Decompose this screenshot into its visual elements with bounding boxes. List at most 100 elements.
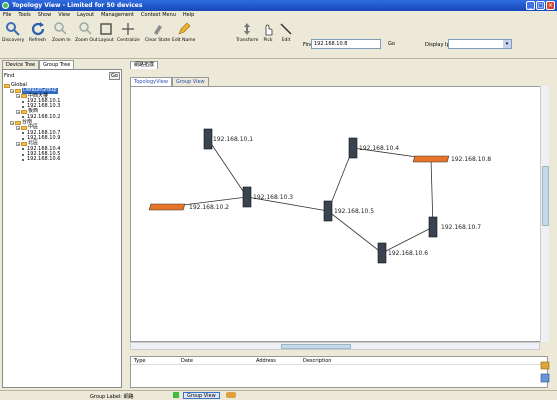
tree-device-item[interactable]: 192.168.10.6 — [4, 156, 61, 163]
clear-state-icon — [153, 25, 162, 35]
discovery-button[interactable]: Discovery — [2, 21, 24, 43]
log-col-type: Type — [134, 358, 146, 364]
server-icon — [323, 200, 333, 222]
edit-button[interactable]: Edit — [278, 21, 294, 43]
status-group-view-tab[interactable]: Group View — [183, 392, 220, 399]
expand-toggle-icon[interactable]: − — [10, 120, 14, 125]
pick-button[interactable]: Pick — [260, 21, 276, 43]
transform-icon — [244, 23, 251, 35]
switch-icon — [412, 155, 450, 163]
device-node[interactable]: 192.168.10.7 — [428, 216, 481, 238]
tab-topology-document[interactable]: 網路拓撲 — [130, 61, 159, 69]
menu-view[interactable]: View — [58, 12, 70, 18]
device-node[interactable]: 192.168.10.2 — [148, 203, 229, 211]
folder-icon — [15, 88, 21, 93]
pencil-icon — [178, 22, 191, 35]
device-label: 192.168.10.5 — [334, 208, 374, 215]
device-bullet-icon — [22, 158, 24, 161]
zoom-out-icon — [79, 22, 92, 35]
find-input[interactable] — [311, 39, 381, 49]
expand-toggle-icon[interactable]: − — [10, 88, 14, 93]
layout-button[interactable]: Layout — [98, 21, 114, 43]
window-titlebar: Topology View - Limited for 50 devices _… — [0, 0, 557, 11]
window-controls: _ □ × — [526, 1, 555, 10]
clear-state-button[interactable]: Clear State — [145, 21, 170, 43]
tab-topology-view[interactable]: TopologyView — [130, 77, 172, 86]
server-icon — [348, 137, 358, 159]
tree-find-label: Find — [4, 73, 15, 79]
tab-device-tree[interactable]: Device Tree — [2, 60, 40, 69]
group-tree-panel: Find Go Global − DefaultGroup − 中西大樓 192.168.… — [2, 69, 122, 388]
tab-group-tree[interactable]: Group Tree — [39, 60, 75, 69]
transform-button[interactable]: Transform — [236, 21, 258, 43]
tree-item-label: 192.168.10.6 — [27, 156, 61, 163]
tab-group-view[interactable]: Group View — [171, 77, 209, 86]
device-label: 192.168.10.4 — [359, 145, 399, 152]
go-button[interactable]: Go — [388, 41, 395, 47]
zoom-in-icon — [54, 22, 67, 35]
display-select[interactable]: ▾ — [448, 39, 512, 49]
expand-toggle-icon[interactable]: − — [16, 94, 20, 99]
menu-file[interactable]: File — [3, 12, 11, 18]
hand-icon — [265, 24, 273, 36]
link-line[interactable] — [327, 210, 383, 254]
server-icon — [242, 186, 252, 208]
horizontal-scroll-thumb[interactable] — [281, 344, 351, 349]
expand-toggle-icon[interactable]: − — [16, 110, 20, 115]
vertical-scrollbar[interactable] — [540, 86, 549, 342]
switch-icon — [148, 203, 186, 211]
window-title: Topology View - Limited for 50 devices — [12, 2, 143, 9]
menu-show[interactable]: Show — [38, 12, 52, 18]
device-bullet-icon — [22, 100, 24, 103]
device-node[interactable]: 192.168.10.1 — [203, 128, 253, 150]
menu-tools[interactable]: Tools — [18, 12, 30, 18]
chevron-down-icon: ▾ — [503, 40, 511, 48]
status-tool-icon — [226, 392, 236, 398]
clear-log-icon[interactable] — [540, 373, 550, 383]
left-tabs: Device Tree Group Tree — [2, 60, 75, 69]
close-icon[interactable]: × — [546, 1, 555, 10]
log-col-description: Description — [303, 358, 332, 364]
server-icon — [428, 216, 438, 238]
topology-graph: 192.168.10.1 192.168.10.2 192.168.10.3 192.… — [148, 128, 491, 264]
menu-context-menu[interactable]: Context Menu — [141, 12, 176, 18]
device-node[interactable]: 192.168.10.8 — [412, 155, 491, 163]
refresh-icon — [31, 22, 44, 36]
folder-icon — [4, 83, 10, 88]
zoom-out-button[interactable]: Zoom Out — [75, 21, 98, 43]
tree-find-button[interactable]: Go — [109, 72, 120, 80]
device-bullet-icon — [22, 132, 24, 135]
device-label: 192.168.10.8 — [451, 156, 491, 163]
device-label: 192.168.10.6 — [388, 250, 428, 257]
menu-layout[interactable]: Layout — [77, 12, 94, 18]
device-node[interactable]: 192.168.10.6 — [377, 242, 428, 264]
menu-bar: File Tools Show View Layout Management C… — [0, 11, 557, 19]
app-icon — [2, 2, 9, 9]
display-label: Display Ip — [425, 42, 450, 48]
device-bullet-icon — [22, 137, 24, 140]
edit-line-icon — [280, 23, 292, 35]
zoom-in-button[interactable]: Zoom In — [52, 21, 71, 43]
menu-help[interactable]: Help — [183, 12, 194, 18]
minimize-icon[interactable]: _ — [526, 1, 535, 10]
horizontal-scrollbar[interactable] — [130, 342, 540, 350]
centralize-icon — [122, 23, 135, 35]
log-tools — [540, 360, 550, 383]
link-line[interactable] — [207, 138, 248, 198]
device-node[interactable]: 192.168.10.5 — [323, 200, 374, 222]
expand-toggle-icon[interactable]: − — [16, 141, 20, 146]
group-tree: Global − DefaultGroup − 中西大樓 192.168.10.1 192.… — [4, 82, 61, 163]
device-label: 192.168.10.7 — [441, 224, 481, 231]
export-icon[interactable] — [540, 360, 550, 370]
maximize-icon[interactable]: □ — [536, 1, 545, 10]
edit-name-button[interactable]: Edit Name — [172, 21, 195, 43]
layout-icon — [100, 23, 112, 35]
expand-toggle-icon[interactable]: − — [16, 126, 20, 131]
device-node[interactable]: 192.168.10.4 — [348, 137, 399, 159]
vertical-scroll-thumb[interactable] — [542, 166, 549, 226]
server-icon — [203, 128, 213, 150]
topology-canvas[interactable]: 192.168.10.1 192.168.10.2 192.168.10.3 192.… — [130, 86, 548, 342]
menu-management[interactable]: Management — [101, 12, 134, 18]
refresh-button[interactable]: Refresh — [29, 21, 46, 43]
centralize-button[interactable]: Centralize — [117, 21, 140, 43]
